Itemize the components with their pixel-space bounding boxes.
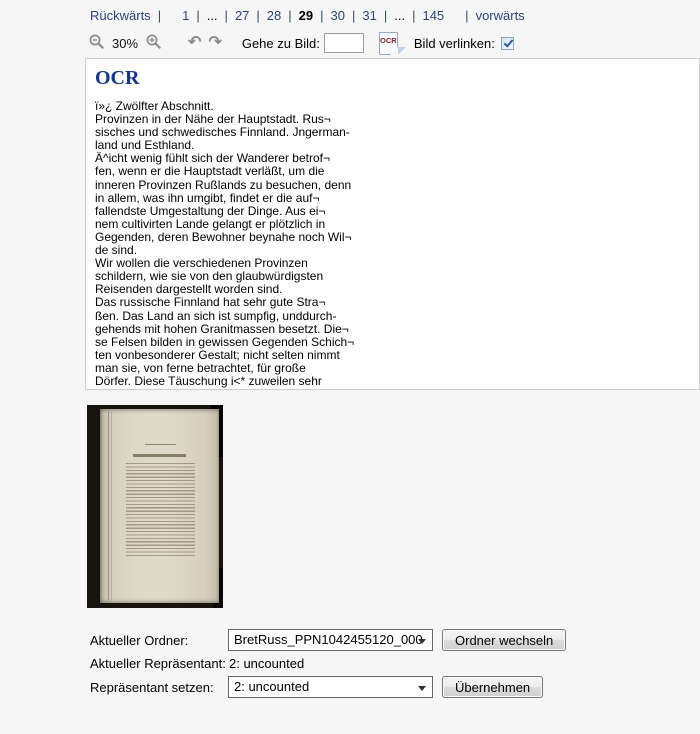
goto-image-input[interactable] bbox=[324, 33, 364, 53]
page-text-lines bbox=[126, 463, 195, 556]
set-representative-label: Repräsentant setzen: bbox=[90, 680, 228, 695]
pagination-bar: Rückwärts | 1 | ... | 27 | 28 | 29 | 30 … bbox=[90, 8, 525, 23]
rotate-left-button[interactable]: ↶ bbox=[188, 35, 201, 51]
zoom-out-icon bbox=[88, 33, 105, 53]
page-fold-icon bbox=[398, 47, 406, 55]
separator: | bbox=[288, 8, 291, 23]
page-header-rule bbox=[145, 444, 176, 445]
page-link-145[interactable]: 145 bbox=[422, 8, 444, 23]
change-folder-button[interactable]: Ordner wechseln bbox=[442, 629, 566, 651]
current-representative-value: 2: uncounted bbox=[228, 656, 435, 671]
next-page-link[interactable]: vorwärts bbox=[476, 8, 525, 23]
page-ellipsis: ... bbox=[394, 8, 405, 23]
separator: | bbox=[158, 8, 161, 23]
ocr-button[interactable]: OCR bbox=[379, 32, 398, 55]
page-link-27[interactable]: 27 bbox=[235, 8, 249, 23]
separator: | bbox=[196, 8, 199, 23]
ocr-icon: OCR bbox=[380, 36, 397, 45]
current-folder-select[interactable]: BretRuss_PPN1042455120_000 bbox=[228, 629, 433, 651]
separator: | bbox=[352, 8, 355, 23]
image-toolbar: 30% ↶ ↷ Gehe zu Bild: OCR Bild verlinke bbox=[88, 31, 514, 55]
digitization-page: Rückwärts | 1 | ... | 27 | 28 | 29 | 30 … bbox=[0, 0, 700, 734]
current-representative-label: Aktueller Repräsentant: bbox=[90, 656, 228, 671]
zoom-in-icon bbox=[145, 33, 162, 53]
page-edge bbox=[108, 411, 109, 601]
set-representative-select[interactable]: 2: uncounted bbox=[228, 676, 433, 698]
separator: | bbox=[412, 8, 415, 23]
page-heading-lines bbox=[133, 454, 185, 457]
separator: | bbox=[256, 8, 259, 23]
goto-image-label: Gehe zu Bild: bbox=[242, 36, 320, 51]
separator: | bbox=[465, 8, 468, 23]
zoom-level: 30% bbox=[112, 36, 138, 51]
page-fold-icon bbox=[390, 47, 398, 55]
undo-arrow-icon: ↶ bbox=[188, 35, 201, 51]
zoom-in-button[interactable] bbox=[145, 33, 162, 53]
previous-page-link[interactable]: Rückwärts bbox=[90, 8, 151, 23]
current-page-number: 29 bbox=[299, 8, 313, 23]
page-link-28[interactable]: 28 bbox=[267, 8, 281, 23]
link-image-checkbox[interactable] bbox=[501, 37, 514, 50]
page-link-1[interactable]: 1 bbox=[182, 8, 189, 23]
page-ellipsis: ... bbox=[207, 8, 218, 23]
ocr-panel-title: OCR bbox=[95, 67, 689, 90]
ocr-result-panel: OCR ï»¿ Zwölfter Abschnitt. Provinzen in… bbox=[85, 58, 700, 390]
page-number-list: 1 | ... | 27 | 28 | 29 | 30 | 31 | ... |… bbox=[182, 8, 444, 23]
zoom-out-button[interactable] bbox=[88, 33, 105, 53]
rotate-right-button[interactable]: ↷ bbox=[208, 35, 221, 51]
redo-arrow-icon: ↷ bbox=[208, 35, 221, 51]
current-folder-label: Aktueller Ordner: bbox=[90, 633, 228, 648]
page-link-30[interactable]: 30 bbox=[331, 8, 345, 23]
separator: | bbox=[384, 8, 387, 23]
apply-representative-button[interactable]: Übernehmen bbox=[442, 676, 543, 698]
link-image-label: Bild verlinken: bbox=[414, 36, 495, 51]
ocr-text-content: ï»¿ Zwölfter Abschnitt. Provinzen in der… bbox=[95, 100, 689, 388]
separator: | bbox=[320, 8, 323, 23]
page-scan-thumbnail[interactable] bbox=[87, 405, 223, 608]
representative-form: Aktueller Ordner: BretRuss_PPN1042455120… bbox=[90, 629, 566, 698]
page-link-31[interactable]: 31 bbox=[362, 8, 376, 23]
scanned-book-page bbox=[100, 409, 219, 603]
separator: | bbox=[225, 8, 228, 23]
